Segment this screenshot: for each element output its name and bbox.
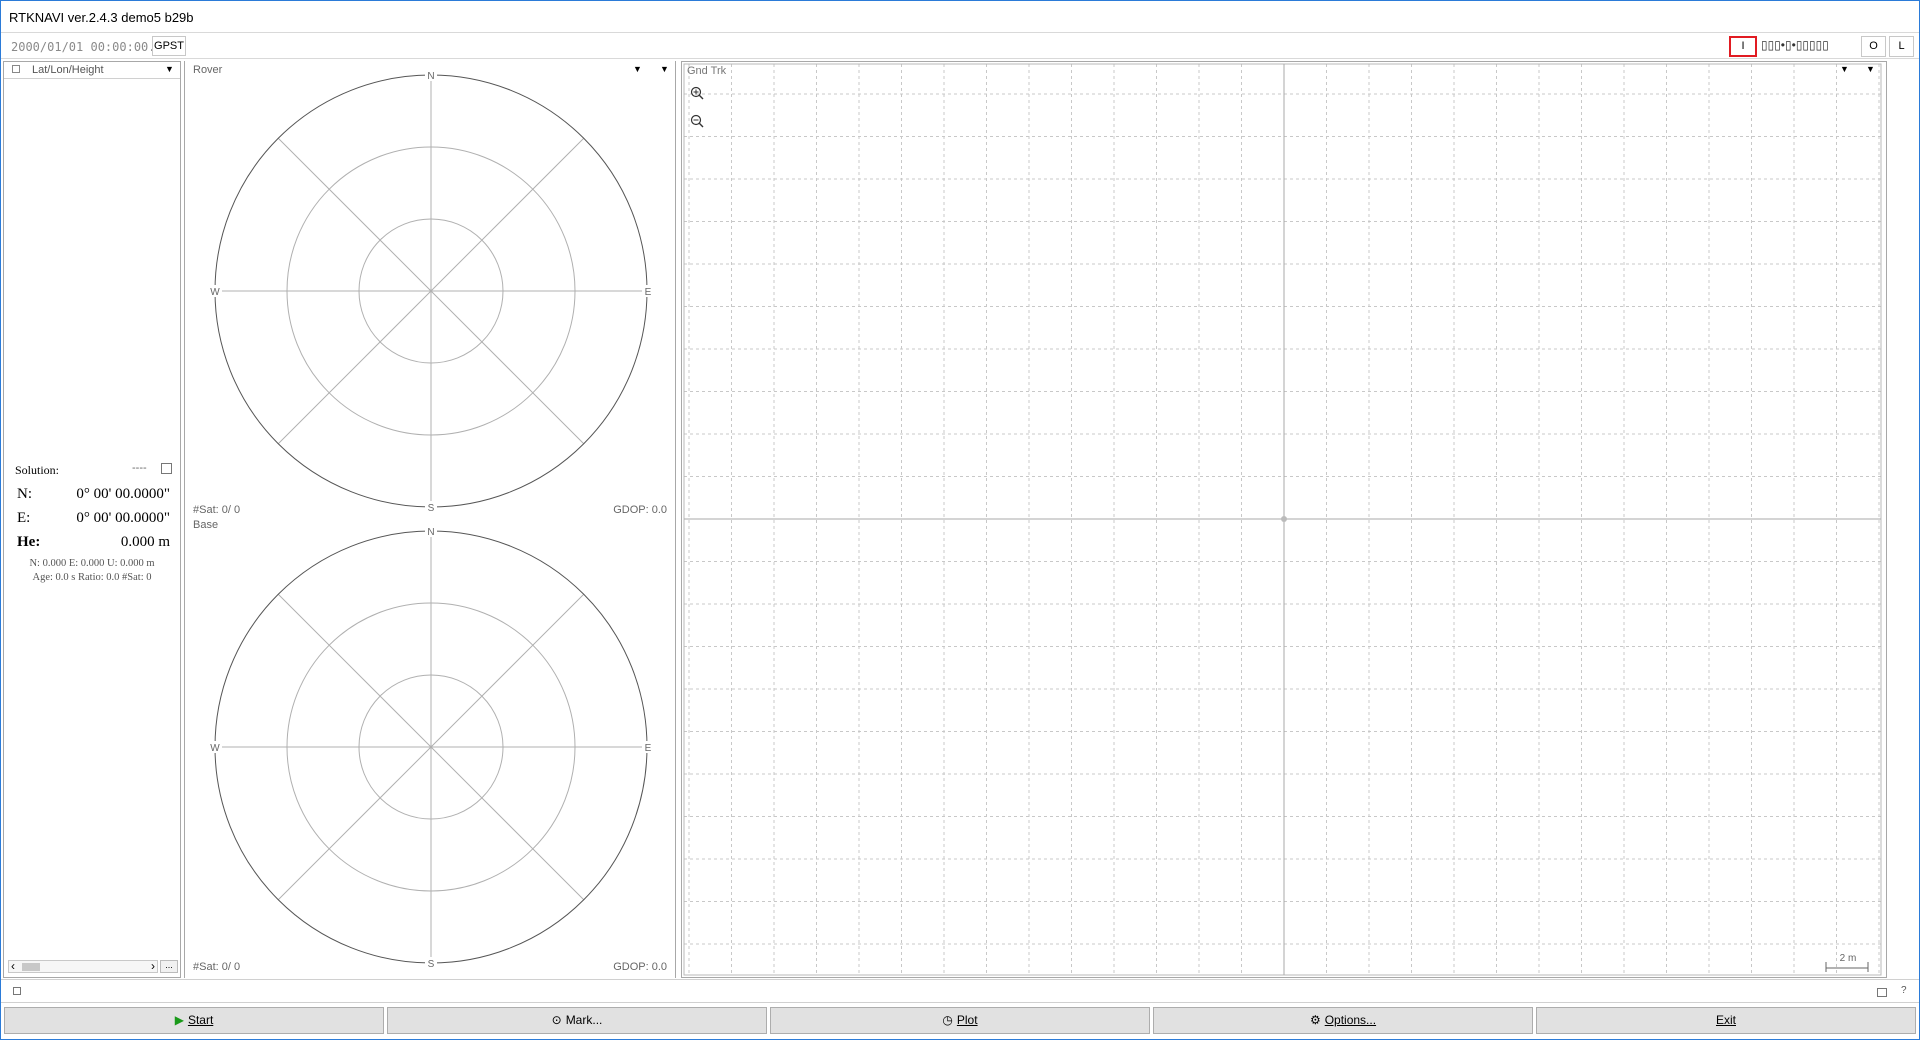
east-label: E: xyxy=(17,510,31,526)
solution-label: Solution: xyxy=(15,463,60,477)
options-button-label: Options... xyxy=(1324,1013,1377,1027)
age-ratio-stats: Age: 0.0 s Ratio: 0.0 #Sat: 0 xyxy=(32,572,152,583)
input-stream-button[interactable]: I xyxy=(1729,36,1757,57)
base-skyplot: N S E W xyxy=(208,525,654,970)
stream-status-indicators: ▯▯▯•▯•▯▯▯▯▯ xyxy=(1761,38,1829,52)
mark-button-label: Mark... xyxy=(565,1013,603,1027)
panel-toggle-icon[interactable] xyxy=(12,65,20,73)
time-display: 2000/01/01 00:00:00.0 xyxy=(11,40,163,54)
scroll-right-icon[interactable]: › xyxy=(151,959,155,973)
exit-button[interactable]: Exit xyxy=(1536,1007,1916,1034)
panel-layout-icon[interactable] xyxy=(1877,988,1887,997)
ground-track-type-dropdown-icon[interactable]: ▼ xyxy=(1840,64,1849,74)
rover-west-label: W xyxy=(210,287,220,298)
help-icon[interactable]: ? xyxy=(1901,985,1907,996)
rover-sat-count: #Sat: 0/ 0 xyxy=(193,504,241,516)
exit-button-label: Exit xyxy=(1715,1013,1736,1027)
zoom-in-icon[interactable] xyxy=(690,86,704,100)
plot-button[interactable]: ◷ Plot xyxy=(770,1007,1150,1034)
mark-button[interactable]: ⊙ Mark... xyxy=(387,1007,767,1034)
scale-bar-label: 2 m xyxy=(1840,953,1857,964)
north-label: N: xyxy=(17,486,32,502)
mark-icon: ⊙ xyxy=(551,1013,562,1027)
time-system-button[interactable]: GPST xyxy=(152,36,186,56)
output-stream-button[interactable]: O xyxy=(1861,36,1886,57)
base-north-label: N xyxy=(427,527,434,538)
gear-icon: ⚙ xyxy=(1309,1013,1321,1027)
north-value: 0° 00' 00.0000" xyxy=(76,486,170,502)
rover-north-label: N xyxy=(427,71,434,82)
height-label: He: xyxy=(17,534,41,550)
ground-track-origin xyxy=(1281,516,1287,522)
rover-east-label: E xyxy=(645,287,652,298)
options-button[interactable]: ⚙ Options... xyxy=(1153,1007,1533,1034)
solution-indicator-box xyxy=(161,463,172,474)
zoom-out-icon[interactable] xyxy=(690,114,704,128)
status-indicator-icon xyxy=(13,987,21,995)
ground-track-title: Gnd Trk xyxy=(687,65,727,77)
scroll-thumb[interactable] xyxy=(22,963,40,971)
rover-skyplot: N S E W xyxy=(208,69,654,514)
rover-south-label: S xyxy=(428,503,435,514)
more-button[interactable]: ... xyxy=(160,960,178,973)
solution-panel: Lat/Lon/Height ▼ Solution: ---- N: 0° 00… xyxy=(3,61,181,978)
ground-track-option-dropdown-icon[interactable]: ▼ xyxy=(1866,64,1875,74)
ground-track-plot[interactable]: 2 m xyxy=(682,62,1886,977)
start-button[interactable]: ▶ Start xyxy=(4,1007,384,1034)
rover-gdop: GDOP: 0.0 xyxy=(613,504,667,516)
coordinate-mode-select[interactable]: Lat/Lon/Height xyxy=(32,64,104,76)
horizontal-scrollbar[interactable]: ‹ › xyxy=(8,959,158,973)
start-button-label: Start xyxy=(187,1013,214,1027)
height-value: 0.000 m xyxy=(120,534,170,550)
base-west-label: W xyxy=(210,743,220,754)
play-icon: ▶ xyxy=(174,1013,184,1027)
solution-status: ---- xyxy=(132,462,147,474)
app-window: RTKNAVI ver.2.4.3 demo5 b29b 2000/01/01 … xyxy=(0,0,1920,1040)
plot-button-label: Plot xyxy=(956,1013,978,1027)
baseline-stats: N: 0.000 E: 0.000 U: 0.000 m xyxy=(29,558,155,569)
east-value: 0° 00' 00.0000" xyxy=(76,510,170,526)
base-south-label: S xyxy=(428,959,435,970)
status-bar: ? xyxy=(1,979,1919,1003)
title-bar: RTKNAVI ver.2.4.3 demo5 b29b xyxy=(1,1,1919,32)
base-east-label: E xyxy=(645,743,652,754)
scroll-left-icon[interactable]: ‹ xyxy=(11,959,15,973)
skyplot-panel: Rover ▼ ▼ N S E W #Sat: 0/ 0 GDOP: 0.0 B… xyxy=(184,61,676,978)
ground-track-panel: 2 m Gnd Trk ▼ ▼ xyxy=(681,61,1887,978)
base-gdop: GDOP: 0.0 xyxy=(613,961,667,973)
dropdown-arrow-icon[interactable]: ▼ xyxy=(165,64,174,74)
plot-icon: ◷ xyxy=(942,1013,953,1027)
toolbar: 2000/01/01 00:00:00.0 GPST I ▯▯▯•▯•▯▯▯▯▯… xyxy=(1,32,1919,59)
log-stream-button[interactable]: L xyxy=(1889,36,1914,57)
solution-panel-header: Lat/Lon/Height ▼ xyxy=(4,62,180,79)
window-title: RTKNAVI ver.2.4.3 demo5 b29b xyxy=(9,10,194,25)
base-sat-count: #Sat: 0/ 0 xyxy=(193,961,241,973)
